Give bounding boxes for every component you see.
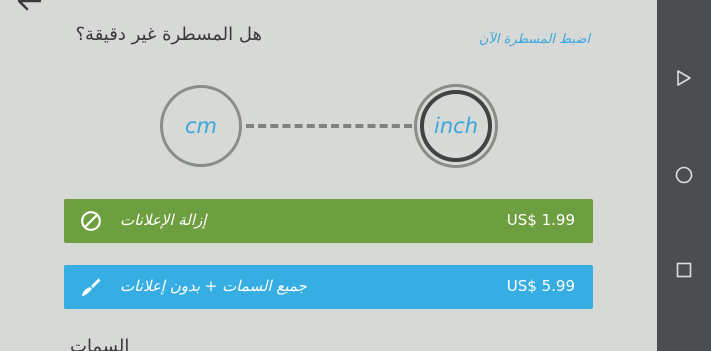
triangle-back-icon[interactable] [674, 68, 694, 88]
unit-cm-option[interactable]: cm [160, 85, 242, 167]
all-themes-price: US$ 5.99 [506, 277, 575, 295]
block-icon [81, 211, 101, 231]
themes-section-title: السمات [70, 336, 130, 351]
calibrate-ruler-link[interactable]: اضبط المسطرة الآن [0, 32, 590, 47]
arrow-left-icon[interactable] [14, 0, 44, 12]
ruler-settings-screen: هل المسطرة غير دقيقة؟ اضبط المسطرة الآن … [0, 0, 657, 351]
paint-brush-icon [82, 278, 101, 296]
remove-ads-button[interactable]: إزالة الإعلانات US$ 1.99 [64, 199, 593, 243]
all-themes-button[interactable]: جميع السمات + بدون إعلانات US$ 5.99 [64, 265, 593, 309]
android-navigation-bar [657, 0, 711, 351]
unit-inch-label: inch [434, 114, 478, 138]
unit-inch-option[interactable]: inch [414, 84, 498, 168]
remove-ads-label: إزالة الإعلانات [120, 211, 207, 229]
circle-home-icon[interactable] [674, 165, 694, 185]
unit-connector-line [246, 124, 412, 128]
unit-cm-label: cm [184, 114, 217, 138]
square-recents-icon[interactable] [674, 260, 694, 280]
all-themes-label: جميع السمات + بدون إعلانات [120, 277, 307, 295]
remove-ads-price: US$ 1.99 [506, 211, 575, 229]
